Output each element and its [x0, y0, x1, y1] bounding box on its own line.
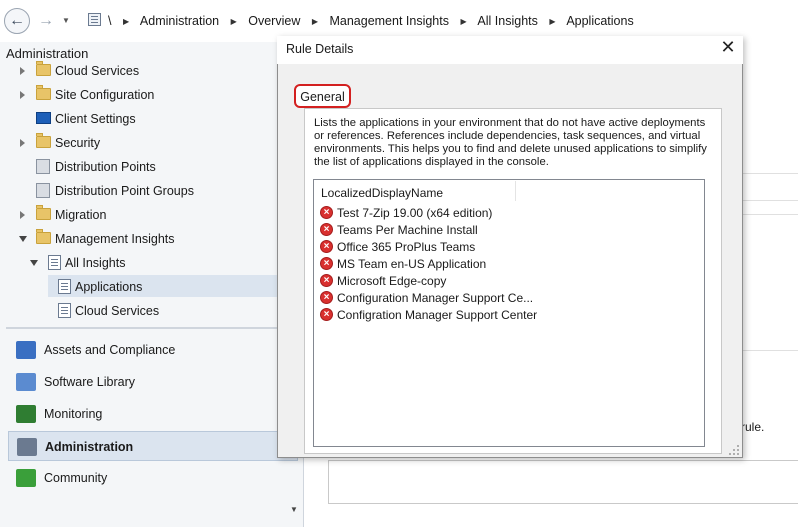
folder-icon: [36, 205, 51, 220]
close-icon[interactable]: ✕: [718, 37, 738, 57]
workspace-community[interactable]: Community: [8, 463, 298, 493]
error-icon: ×: [320, 291, 333, 304]
pane-divider: [743, 214, 798, 215]
column-divider[interactable]: [515, 181, 516, 201]
client-settings-icon: [36, 112, 51, 124]
breadcrumb-root[interactable]: \: [108, 14, 111, 28]
error-icon: ×: [320, 274, 333, 287]
tree-item-label: Management Insights: [55, 232, 175, 246]
list-icon: [58, 303, 71, 318]
tree-item-label: Migration: [55, 208, 107, 222]
tree-item-label: Site Configuration: [55, 88, 155, 102]
server-group-icon: [36, 183, 50, 198]
history-dropdown-icon[interactable]: ▼: [62, 16, 70, 25]
background-group-box: [328, 460, 798, 504]
list-item-label: Office 365 ProPlus Teams: [337, 240, 476, 254]
breadcrumb-item[interactable]: Management Insights: [329, 14, 449, 28]
dialog-title: Rule Details: [286, 42, 354, 56]
list-item-label: MS Team en-US Application: [337, 257, 487, 271]
column-header-localized-display-name[interactable]: LocalizedDisplayName: [321, 186, 443, 200]
error-icon: ×: [320, 206, 333, 219]
workspace-label: Assets and Compliance: [44, 343, 176, 357]
tree-item-label: Security: [55, 136, 101, 150]
breadcrumb-separator-icon[interactable]: ▶: [123, 17, 129, 26]
software-library-icon: [16, 373, 36, 391]
workspace-monitoring[interactable]: Monitoring: [8, 399, 298, 429]
error-icon: ×: [320, 308, 333, 321]
breadcrumb-item[interactable]: Applications: [566, 14, 633, 28]
console-tree-icon: [88, 13, 101, 26]
administration-icon: [17, 438, 37, 456]
breadcrumb-separator-icon[interactable]: ▶: [549, 17, 555, 26]
list-item-label: Microsoft Edge-copy: [337, 274, 447, 288]
assets-icon: [16, 341, 36, 359]
collapse-icon[interactable]: [19, 236, 27, 242]
folder-icon: [36, 229, 51, 244]
breadcrumb-item[interactable]: Administration: [140, 14, 219, 28]
list-icon: [48, 255, 61, 270]
expand-icon[interactable]: [20, 211, 25, 219]
nav-pane-title: Administration: [6, 46, 89, 61]
tree-item-label: Client Settings: [55, 112, 136, 126]
list-item-label: Teams Per Machine Install: [337, 223, 478, 237]
collapse-icon[interactable]: [30, 260, 38, 266]
list-icon: [58, 279, 71, 294]
breadcrumb-separator-icon[interactable]: ▶: [312, 17, 318, 26]
error-icon: ×: [320, 240, 333, 253]
server-icon: [36, 159, 50, 174]
nav-divider[interactable]: [6, 327, 304, 329]
tree-item-label: Cloud Services: [55, 64, 140, 78]
tree-item-label: Applications: [75, 280, 143, 294]
monitoring-icon: [16, 405, 36, 423]
tree-item-label: Distribution Points: [55, 160, 156, 174]
workspace-label: Community: [44, 471, 108, 485]
workspace-label: Administration: [45, 440, 134, 454]
breadcrumb: \ ▶ Administration ▶ Overview ▶ Manageme…: [108, 14, 634, 28]
forward-arrow-icon[interactable]: →: [33, 8, 59, 34]
background-text: rule.: [741, 420, 765, 434]
community-icon: [16, 469, 36, 487]
list-item-label: Configration Manager Support Center: [337, 308, 538, 322]
workspace-administration[interactable]: Administration: [8, 431, 298, 461]
workspace-assets-and-compliance[interactable]: Assets and Compliance: [8, 335, 298, 365]
list-item-label: Configuration Manager Support Ce...: [337, 291, 534, 305]
folder-icon: [36, 85, 51, 100]
folder-icon: [36, 133, 51, 148]
expand-icon[interactable]: [20, 67, 25, 75]
breadcrumb-separator-icon[interactable]: ▶: [460, 17, 466, 26]
workspace-label: Software Library: [44, 375, 136, 389]
workspace-software-library[interactable]: Software Library: [8, 367, 298, 397]
back-arrow-icon[interactable]: ←: [4, 8, 30, 34]
expand-icon[interactable]: [20, 91, 25, 99]
breadcrumb-item[interactable]: Overview: [248, 14, 300, 28]
folder-icon: [36, 61, 51, 76]
expand-icon[interactable]: [20, 139, 25, 147]
error-icon: ×: [320, 257, 333, 270]
list-item-label: Test 7-Zip 19.00 (x64 edition): [337, 206, 493, 220]
tab-general[interactable]: General: [294, 84, 351, 108]
more-workspaces-icon[interactable]: ▼: [290, 505, 298, 514]
breadcrumb-item[interactable]: All Insights: [477, 14, 537, 28]
tree-item-label: Cloud Services: [75, 304, 160, 318]
breadcrumb-separator-icon[interactable]: ▶: [231, 17, 237, 26]
pane-divider: [743, 200, 798, 201]
resize-grip-icon[interactable]: [728, 444, 740, 456]
rule-description: Lists the applications in your environme…: [314, 117, 707, 168]
pane-divider: [743, 173, 798, 174]
pane-divider: [743, 350, 798, 351]
tree-item-label: All Insights: [65, 256, 126, 270]
tree-item-label: Distribution Point Groups: [55, 184, 194, 198]
error-icon: ×: [320, 223, 333, 236]
workspace-label: Monitoring: [44, 407, 103, 421]
